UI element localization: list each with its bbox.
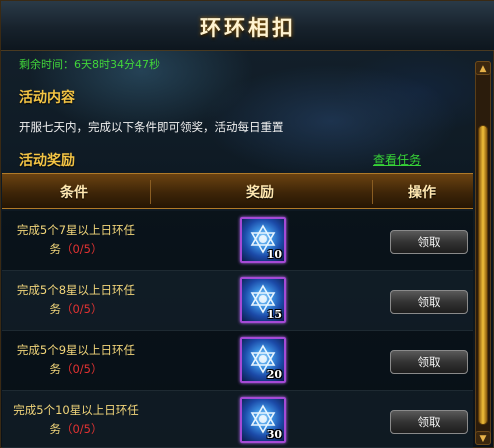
remaining-time: 剩余时间：6天8时34分47秒 [19, 58, 160, 71]
condition-text-cont: 务 [49, 302, 61, 316]
reward-item-slot[interactable]: 15 [240, 277, 286, 323]
reward-item-slot[interactable]: 30 [240, 397, 286, 443]
section-heading-reward: 活动奖励 [19, 153, 75, 169]
condition-text-cont: 务 [49, 362, 61, 376]
claim-button[interactable]: 领取 [390, 350, 468, 374]
condition-progress-line: 务（0/5） [2, 241, 150, 257]
reward-count: 15 [266, 308, 282, 321]
table-row: 完成5个9星以上日环任 务（0/5） 20 领取 [2, 331, 473, 391]
condition-text: 完成5个7星以上日环任 [16, 223, 136, 237]
progress-count: （0/5） [60, 362, 103, 376]
title-bar: 环环相扣 [1, 1, 494, 51]
scrollbar-thumb[interactable] [478, 125, 488, 425]
claim-button[interactable]: 领取 [390, 290, 468, 314]
table-row: 完成5个8星以上日环任 务（0/5） 15 领取 [2, 271, 473, 331]
header-divider [150, 180, 151, 204]
progress-count: （0/5） [60, 302, 103, 316]
reward-item-slot[interactable]: 20 [240, 337, 286, 383]
condition-text-cont: 务 [49, 422, 61, 436]
activity-description: 开服七天内，完成以下条件即可领奖，活动每日重置 [19, 120, 284, 134]
condition-progress-line: 务（0/5） [2, 301, 150, 317]
condition-text: 完成5个8星以上日环任 [16, 283, 136, 297]
header-action: 操作 [408, 185, 436, 201]
panel-title: 环环相扣 [200, 16, 296, 40]
claim-button[interactable]: 领取 [390, 230, 468, 254]
chevron-up-icon[interactable]: ▲ [475, 61, 491, 75]
table-header: 条件 奖励 操作 [2, 173, 473, 209]
chevron-down-icon[interactable]: ▼ [475, 431, 491, 445]
condition-progress-line: 务（0/5） [2, 421, 150, 437]
claim-button[interactable]: 领取 [390, 410, 468, 434]
activity-panel: 环环相扣 剩余时间：6天8时34分47秒 活动内容 开服七天内，完成以下条件即可… [0, 0, 494, 448]
header-divider [372, 180, 373, 204]
view-tasks-link[interactable]: 查看任务 [373, 151, 421, 168]
reward-item-slot[interactable]: 10 [240, 217, 286, 263]
condition-progress-line: 务（0/5） [2, 361, 150, 377]
progress-count: （0/5） [60, 422, 103, 436]
reward-count: 10 [266, 248, 282, 261]
section-heading-content: 活动内容 [19, 90, 75, 106]
header-reward: 奖励 [246, 185, 274, 201]
reward-count: 30 [266, 428, 282, 441]
table-row: 完成5个10星以上日环任 务（0/5） 30 领取 [2, 391, 473, 448]
condition-text: 完成5个9星以上日环任 [16, 343, 136, 357]
table-row: 完成5个7星以上日环任 务（0/5） 10 领取 [2, 211, 473, 271]
header-condition: 条件 [60, 185, 88, 201]
condition-text-cont: 务 [49, 242, 61, 256]
progress-count: （0/5） [60, 242, 103, 256]
reward-count: 20 [266, 368, 282, 381]
condition-text: 完成5个10星以上日环任 [13, 403, 139, 417]
